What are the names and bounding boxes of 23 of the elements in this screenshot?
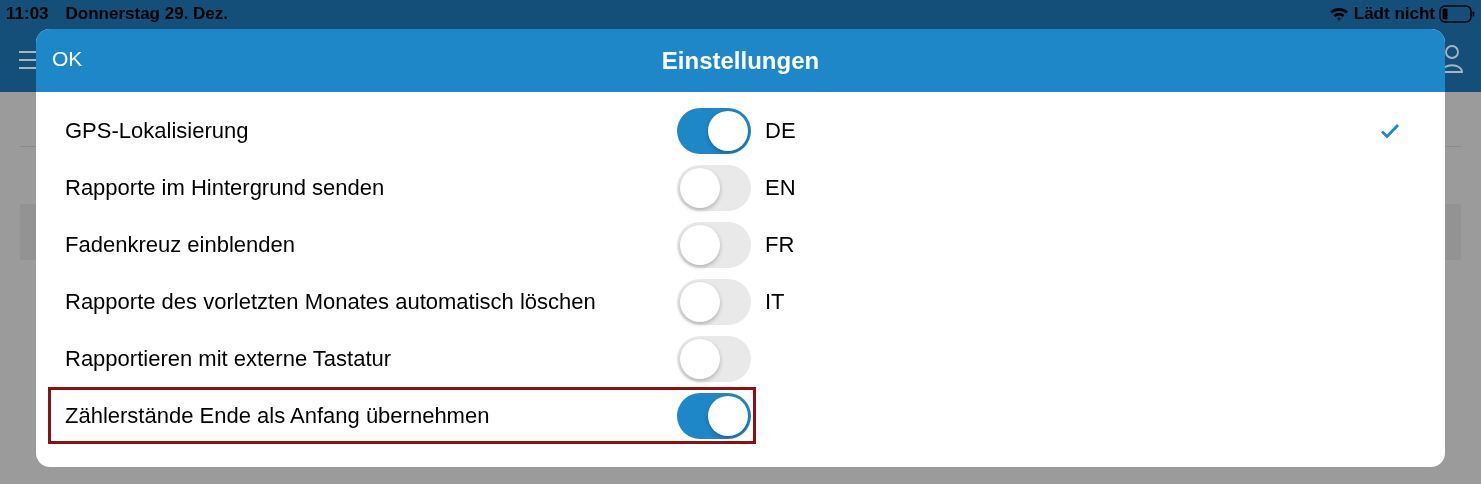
- wifi-icon: [1328, 6, 1349, 22]
- toggle-switch[interactable]: [677, 164, 751, 211]
- setting-label: Zählerstände Ende als Anfang übernehmen: [65, 402, 491, 429]
- setting-label: Fadenkreuz einblenden: [65, 231, 296, 258]
- charging-status: Lädt nicht: [1353, 4, 1435, 24]
- ok-button[interactable]: OK: [52, 47, 83, 71]
- setting-label: Rapporte im Hintergrund senden: [65, 174, 386, 201]
- language-option[interactable]: DE: [765, 102, 1400, 159]
- toggle-switch[interactable]: [677, 107, 751, 154]
- battery-icon: [1439, 5, 1475, 23]
- toggle-switch[interactable]: [677, 392, 751, 439]
- setting-label: Rapporte des vorletzten Monates automatisch löschen: [65, 288, 597, 315]
- language-option[interactable]: IT: [765, 273, 1400, 330]
- status-date: Donnerstag 29. Dez.: [65, 4, 229, 24]
- setting-label: Rapportieren mit externe Tastatur: [65, 345, 393, 372]
- dialog-title: Einstellungen: [661, 46, 820, 75]
- toggle-switch[interactable]: [677, 278, 751, 325]
- status-time: 11:03: [6, 4, 49, 24]
- language-option[interactable]: EN: [765, 159, 1400, 216]
- language-option[interactable]: FR: [765, 216, 1400, 273]
- setting-label: GPS-Lokalisierung: [65, 117, 250, 144]
- toggle-switch[interactable]: [677, 335, 751, 382]
- toggle-switch[interactable]: [677, 221, 751, 268]
